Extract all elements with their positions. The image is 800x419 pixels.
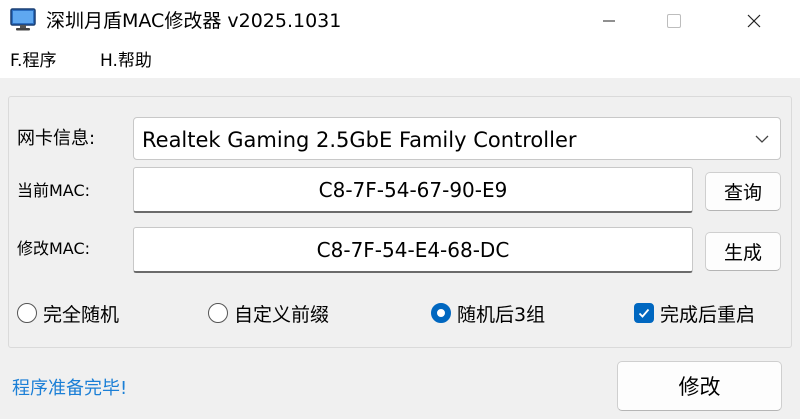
maximize-icon — [667, 14, 681, 28]
monitor-icon — [10, 8, 36, 32]
radio-unchecked-icon — [17, 303, 37, 323]
modify-mac-field[interactable]: C8-7F-54-E4-68-DC — [133, 227, 693, 273]
status-text: 程序准备完毕! — [12, 378, 128, 399]
current-mac-label: 当前MAC: — [17, 181, 91, 200]
nic-dropdown[interactable]: Realtek Gaming 2.5GbE Family Controller — [133, 117, 781, 160]
close-icon — [747, 14, 761, 28]
current-mac-field[interactable]: C8-7F-54-67-90-E9 — [133, 167, 693, 213]
maximize-button[interactable] — [648, 0, 700, 42]
nic-label: 网卡信息: — [17, 128, 96, 149]
window-title: 深圳月盾MAC修改器 v2025.1031 — [46, 10, 342, 32]
radio-unchecked-icon — [208, 303, 228, 323]
restart-after-checkbox[interactable]: 完成后重启 — [634, 299, 755, 327]
query-button[interactable]: 查询 — [705, 172, 781, 211]
menu-help[interactable]: H.帮助 — [100, 50, 152, 72]
full-random-radio[interactable]: 完全随机 — [17, 299, 119, 327]
restart-after-label: 完成后重启 — [660, 303, 756, 326]
close-button[interactable] — [728, 0, 780, 42]
modify-mac-label: 修改MAC: — [17, 239, 91, 258]
random-last3-radio[interactable]: 随机后3组 — [431, 299, 545, 327]
generate-button[interactable]: 生成 — [705, 232, 781, 271]
menu-bar: F.程序 H.帮助 — [0, 42, 800, 78]
chevron-down-icon — [754, 131, 770, 147]
custom-prefix-radio[interactable]: 自定义前缀 — [208, 299, 329, 327]
title-bar: 深圳月盾MAC修改器 v2025.1031 — [0, 0, 800, 42]
nic-dropdown-value: Realtek Gaming 2.5GbE Family Controller — [142, 128, 577, 152]
menu-file[interactable]: F.程序 — [10, 50, 56, 72]
minimize-button[interactable] — [583, 0, 635, 42]
minimize-icon — [603, 20, 615, 22]
radio-checked-icon — [431, 303, 451, 323]
full-random-label: 完全随机 — [43, 303, 120, 326]
modify-button[interactable]: 修改 — [617, 361, 782, 411]
custom-prefix-label: 自定义前缀 — [234, 303, 330, 326]
random-last3-label: 随机后3组 — [457, 303, 546, 326]
checkmark-icon — [634, 303, 654, 323]
